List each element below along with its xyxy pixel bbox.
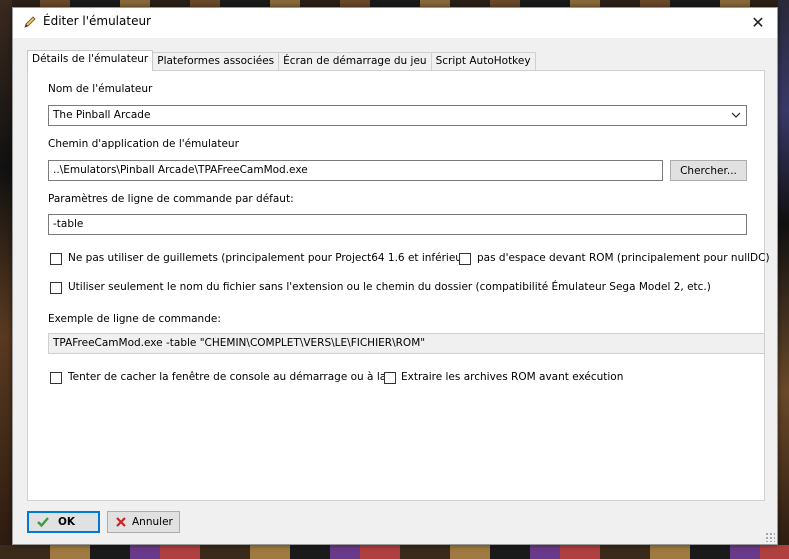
emulator-details-panel: Nom de l'émulateur The Pinball Arcade Ch… [27,70,770,501]
resize-grip[interactable] [765,532,775,542]
no-space-checkbox[interactable] [459,253,471,265]
close-button[interactable]: ✕ [741,8,775,36]
ok-button[interactable]: OK [27,511,100,533]
example-label: Exemple de ligne de commande: [48,313,221,325]
tab-associated-platforms[interactable]: Plateformes associées [152,52,280,71]
cancel-button[interactable]: Annuler [107,511,180,533]
pencil-icon [24,16,36,28]
emulator-name-label: Nom de l'émulateur [48,83,153,95]
chevron-down-icon [731,112,741,118]
no-space-label: pas d'espace devant ROM (principalement … [477,252,770,264]
extract-rom-checkbox[interactable] [384,372,396,384]
background-right [778,0,789,559]
cross-icon [116,517,126,527]
browse-button[interactable]: Chercher... [670,160,747,181]
tab-emulator-details[interactable]: Détails de l'émulateur [27,50,154,71]
title-bar: Éditer l'émulateur ✕ [13,8,777,38]
example-cmdline-field: TPAFreeCamMod.exe -table "CHEMIN\COMPLET… [48,333,765,354]
emulator-name-value: The Pinball Arcade [53,109,151,121]
hide-console-checkbox[interactable] [50,372,62,384]
ok-label: OK [58,516,76,528]
emulator-name-combobox[interactable]: The Pinball Arcade [48,105,747,126]
edit-emulator-dialog: Éditer l'émulateur ✕ Détails de l'émulat… [12,7,778,545]
filename-only-checkbox[interactable] [50,282,62,294]
app-path-input[interactable]: ..\Emulators\Pinball Arcade\TPAFreeCamMo… [48,160,663,181]
background-left [0,0,12,559]
extract-rom-label: Extraire les archives ROM avant exécutio… [401,371,624,383]
no-quotes-checkbox[interactable] [50,253,62,265]
checkmark-icon [37,517,49,528]
tab-bar: Détails de l'émulateur Plateformes assoc… [27,50,536,71]
filename-only-label: Utiliser seulement le nom du fichier san… [68,281,711,293]
app-path-label: Chemin d'application de l'émulateur [48,138,239,150]
tab-autohotkey-script[interactable]: Script AutoHotkey [430,52,536,71]
close-icon: ✕ [751,12,765,32]
hide-console-label: Tenter de cacher la fenêtre de console a… [68,371,384,383]
tab-startup-screen[interactable]: Écran de démarrage du jeu [278,52,432,71]
cmdline-input[interactable]: -table [48,214,747,235]
no-quotes-label: Ne pas utiliser de guillemets (principal… [68,252,471,264]
cancel-label: Annuler [132,516,173,528]
background-bottom [0,545,789,559]
cmdline-label: Paramètres de ligne de commande par défa… [48,193,294,205]
window-title: Éditer l'émulateur [43,14,151,28]
